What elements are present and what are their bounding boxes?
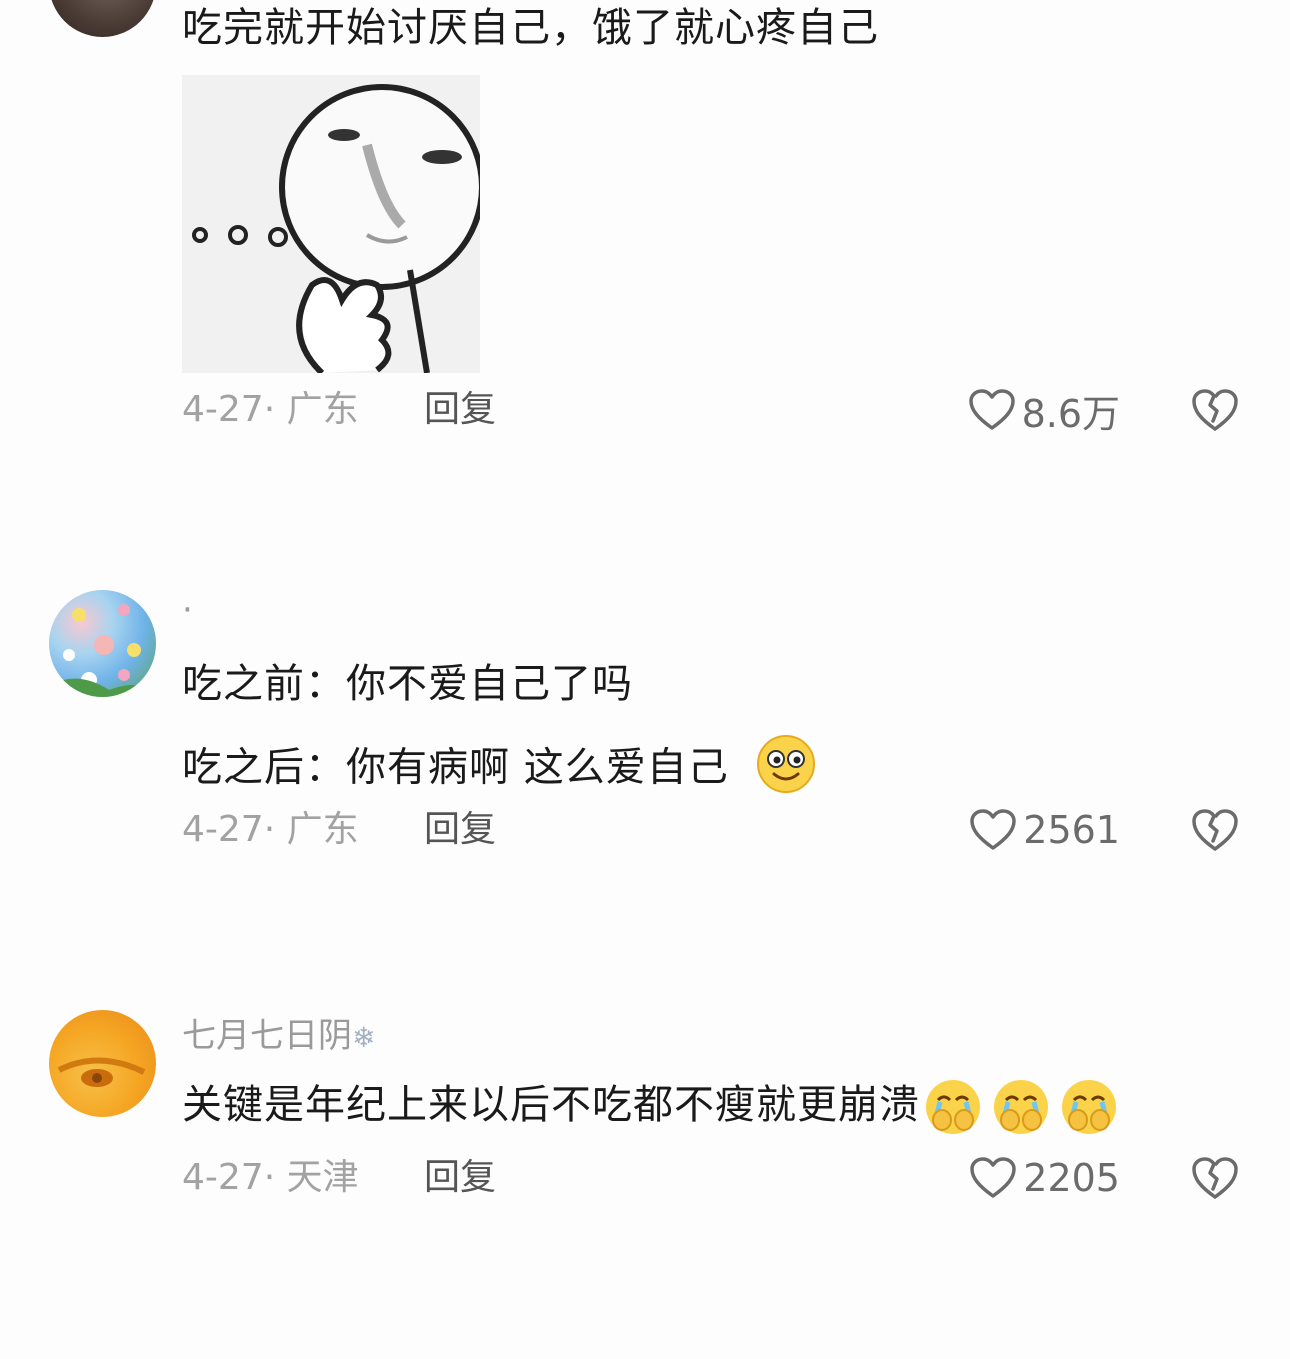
heart-icon	[970, 809, 1017, 850]
comment-text: 吃完就开始讨厌自己，饿了就心疼自己	[182, 5, 879, 51]
heart-icon	[968, 389, 1015, 430]
comment-date-location: 4-27· 天津	[182, 1157, 359, 1198]
broken-heart-icon	[1192, 809, 1238, 851]
avatar[interactable]	[49, 0, 156, 37]
broken-heart-icon	[1192, 1157, 1238, 1199]
reply-button[interactable]: 回复	[424, 808, 496, 852]
avatar[interactable]	[49, 1010, 156, 1117]
broken-heart-icon	[1192, 389, 1238, 431]
flower-avatar-icon	[49, 604, 156, 697]
snowflake-icon: ❄	[352, 1021, 376, 1054]
comment-text: 吃之前：你不爱自己了吗	[182, 661, 633, 707]
sticker-image	[182, 75, 480, 373]
comment-username[interactable]: ·	[182, 590, 193, 630]
comment-text: 关键是年纪上来以后不吃都不瘦就更崩溃	[182, 1078, 1118, 1136]
like-count: 2561	[1023, 808, 1120, 852]
comment-text-line: 吃之后：你有病啊 这么爱自己	[182, 744, 729, 791]
like-button[interactable]: 2205	[969, 1153, 1120, 1203]
avatar[interactable]	[49, 590, 156, 697]
comment-username[interactable]: 七月七日阴❄	[182, 1016, 375, 1058]
smile-emoji-icon	[756, 734, 816, 805]
heart-icon	[970, 1157, 1017, 1198]
username-text: 七月七日阴	[182, 1016, 352, 1056]
dislike-button[interactable]	[1190, 805, 1240, 855]
like-button[interactable]: 8.6万	[968, 385, 1120, 436]
reply-button[interactable]: 回复	[424, 1156, 496, 1200]
like-button[interactable]: 2561	[969, 805, 1120, 855]
dislike-button[interactable]	[1190, 1153, 1240, 1203]
like-count: 8.6万	[1021, 391, 1120, 436]
comment-date-location: 4-27· 广东	[182, 809, 359, 850]
dislike-button[interactable]	[1190, 385, 1240, 435]
thinking-face-sticker	[182, 75, 480, 373]
comment-date-location: 4-27· 广东	[182, 389, 359, 430]
like-count: 2205	[1023, 1156, 1120, 1200]
reply-button[interactable]: 回复	[424, 388, 496, 432]
eye-avatar-icon	[57, 1057, 146, 1087]
comment-text-line: 关键是年纪上来以后不吃都不瘦就更崩溃	[182, 1082, 920, 1128]
comment-text: 吃之后：你有病啊 这么爱自己	[182, 734, 816, 805]
crying-emoji-icon	[924, 1078, 1118, 1136]
